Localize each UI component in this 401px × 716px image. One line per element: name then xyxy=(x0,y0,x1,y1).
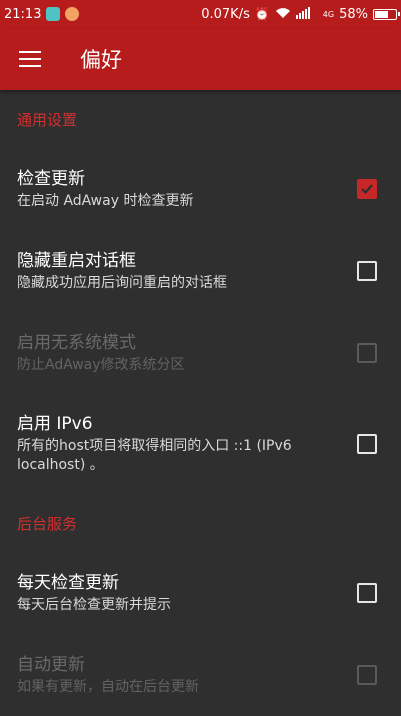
pref-title: 检查更新 xyxy=(17,168,85,189)
pref-summary: 隐藏成功应用后询问重启的对话框 xyxy=(17,274,227,291)
pref-title: 隐藏重启对话框 xyxy=(17,250,136,271)
auto-update-checkbox xyxy=(357,665,377,685)
page-title: 偏好 xyxy=(80,48,122,72)
cell-signal-icon xyxy=(295,6,318,22)
menu-button[interactable] xyxy=(0,28,60,90)
pref-summary: 如果有更新，自动在后台更新 xyxy=(17,678,199,695)
status-time: 21:13 xyxy=(4,6,42,22)
checkmark-icon xyxy=(361,184,373,195)
pref-title: 启用 IPv6 xyxy=(17,414,93,434)
alarm-icon: ⏰ xyxy=(254,7,270,21)
enable-ipv6-checkbox[interactable] xyxy=(357,434,377,454)
pref-daily-update-check[interactable]: 每天检查更新 每天后台检查更新并提示 xyxy=(0,552,401,634)
pref-hide-reboot-dialog[interactable]: 隐藏重启对话框 隐藏成功应用后询问重启的对话框 xyxy=(0,230,401,312)
pref-enable-ipv6[interactable]: 启用 IPv6 所有的host项目将取得相同的入口 ::1 (IPv6 loca… xyxy=(0,394,401,494)
pref-summary: 在启动 AdAway 时检查更新 xyxy=(17,192,194,209)
pref-auto-update: 自动更新 如果有更新，自动在后台更新 xyxy=(0,634,401,716)
preferences-list: 通用设置 检查更新 在启动 AdAway 时检查更新 隐藏重启对话框 隐藏成功应… xyxy=(0,90,401,716)
pref-systemless-mode: 启用无系统模式 防止AdAway修改系统分区 xyxy=(0,312,401,394)
battery-icon xyxy=(373,8,400,20)
notification-app-icon xyxy=(65,7,80,21)
pref-title: 每天检查更新 xyxy=(17,572,119,593)
pref-title: 自动更新 xyxy=(17,654,85,675)
systemless-mode-checkbox xyxy=(357,343,377,363)
app-toolbar: 偏好 xyxy=(0,28,401,90)
notification-app-icon xyxy=(46,7,61,21)
pref-check-updates[interactable]: 检查更新 在启动 AdAway 时检查更新 xyxy=(0,148,401,230)
section-header-background: 后台服务 xyxy=(17,514,78,533)
pref-summary: 每天后台检查更新并提示 xyxy=(17,596,171,613)
pref-summary: 所有的host项目将取得相同的入口 ::1 (IPv6 localhost) 。 xyxy=(17,438,292,473)
cell-type-label: 4G xyxy=(322,9,335,19)
wifi-icon xyxy=(275,7,291,22)
network-speed: 0.07K/s xyxy=(201,6,250,22)
status-bar: 21:13 0.07K/s ⏰ 4G 58% xyxy=(0,0,401,28)
daily-update-check-checkbox[interactable] xyxy=(357,583,377,603)
battery-percent: 58% xyxy=(339,6,368,22)
section-header-general: 通用设置 xyxy=(17,110,78,129)
pref-title: 启用无系统模式 xyxy=(17,332,136,353)
hamburger-menu-icon xyxy=(19,51,41,67)
hide-reboot-dialog-checkbox[interactable] xyxy=(357,261,377,281)
check-updates-checkbox[interactable] xyxy=(357,179,377,199)
pref-summary: 防止AdAway修改系统分区 xyxy=(17,356,185,373)
